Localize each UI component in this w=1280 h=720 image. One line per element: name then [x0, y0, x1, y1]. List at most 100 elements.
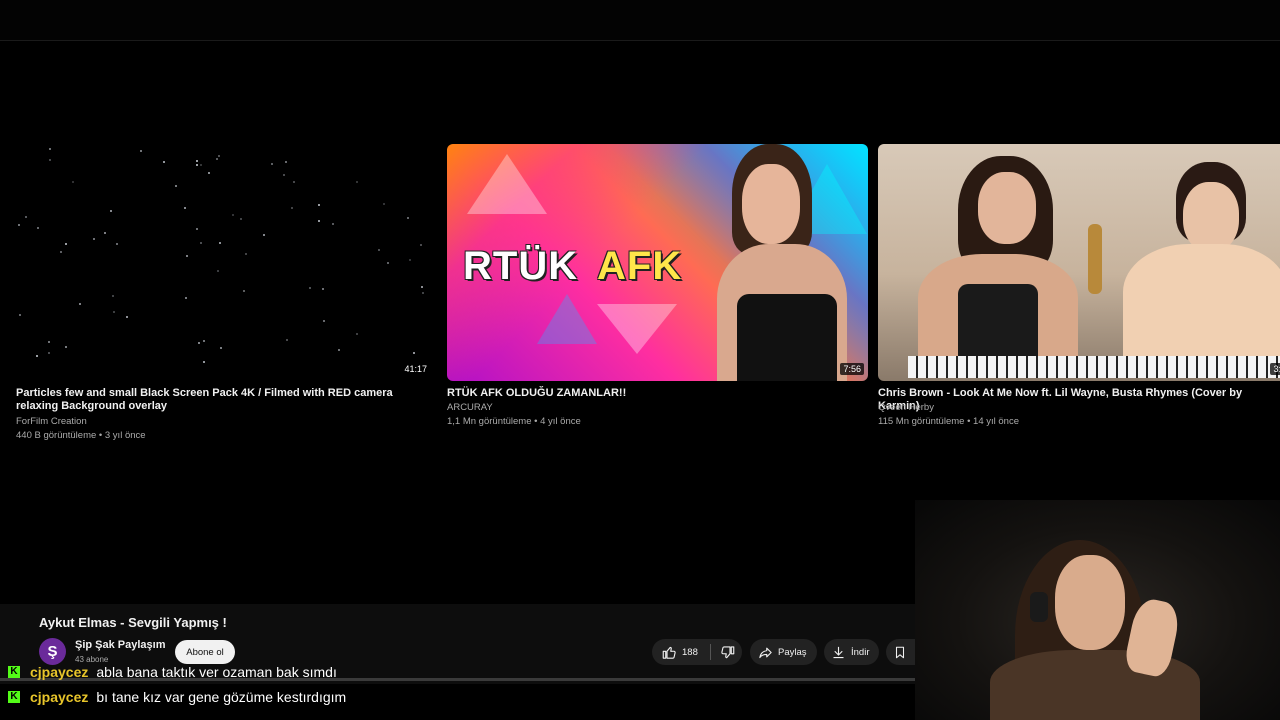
- particle-dot: [285, 161, 287, 163]
- particle-dot: [283, 174, 285, 176]
- particle-dot: [220, 347, 222, 349]
- particle-dot: [218, 155, 220, 157]
- particle-dot: [196, 160, 198, 162]
- webcam-figure-face: [1055, 555, 1125, 650]
- microphone-image: [1088, 224, 1102, 294]
- particle-dot: [217, 270, 219, 272]
- like-count: 188: [682, 646, 698, 658]
- particle-dot: [72, 181, 74, 183]
- chat-username: cjpaycez: [30, 689, 89, 705]
- particle-dot: [163, 161, 165, 163]
- share-label: Paylaş: [778, 646, 807, 658]
- particle-dot: [413, 352, 415, 354]
- chat-message: K cjpaycez abla bana taktık ver ozaman b…: [8, 664, 337, 680]
- particle-dot: [356, 181, 358, 183]
- particle-dot: [198, 342, 200, 344]
- thumbnail-pattern: [597, 304, 677, 354]
- video-channel[interactable]: Qveen Herby: [878, 402, 934, 413]
- video-channel[interactable]: ForFilm Creation: [16, 416, 87, 427]
- particle-dot: [18, 224, 20, 226]
- particle-dot: [65, 346, 67, 348]
- particle-dot: [65, 243, 67, 245]
- particle-dot: [116, 243, 118, 245]
- particle-dot: [79, 303, 81, 305]
- keyboard-image: [908, 356, 1280, 378]
- particle-dot: [110, 210, 112, 212]
- dislike-button[interactable]: [711, 645, 735, 660]
- download-icon: [831, 645, 846, 660]
- particle-dot: [356, 333, 358, 335]
- particle-dot: [322, 288, 324, 290]
- video-meta: 440 B görüntüleme • 3 yıl önce: [16, 430, 146, 441]
- thumbs-up-icon: [662, 645, 677, 660]
- particle-dot: [293, 181, 295, 183]
- thumbnail-pattern: [467, 154, 547, 214]
- particle-dot: [175, 185, 177, 187]
- bookmark-icon: [893, 645, 907, 660]
- kick-badge-icon: K: [8, 691, 20, 703]
- particle-dot: [112, 295, 114, 297]
- share-icon: [758, 645, 773, 660]
- video-meta: 1,1 Mn görüntüleme • 4 yıl önce: [447, 416, 581, 427]
- chat-text: abla bana taktık ver ozaman bak sımdı: [96, 664, 337, 680]
- channel-avatar[interactable]: Ş: [39, 638, 66, 665]
- top-bar: [0, 0, 1280, 41]
- chat-username: cjpaycez: [30, 664, 89, 680]
- particle-dot: [200, 242, 202, 244]
- now-playing-title[interactable]: Aykut Elmas - Sevgili Yapmış !: [39, 615, 227, 630]
- particle-dot: [309, 287, 311, 289]
- thumbnail-figure-face: [1183, 182, 1239, 252]
- video-thumbnail[interactable]: RTÜK AFK 7:56: [447, 144, 868, 381]
- like-button[interactable]: 188: [652, 645, 710, 660]
- video-meta: 115 Mn görüntüleme • 14 yıl önce: [878, 416, 1019, 427]
- particle-dot: [203, 361, 205, 363]
- particle-dot: [113, 311, 115, 313]
- video-duration: 7:56: [840, 363, 864, 375]
- webcam-overlay: [915, 500, 1280, 720]
- particle-dot: [208, 172, 210, 174]
- kick-badge-icon: K: [8, 666, 20, 678]
- particle-dot: [186, 255, 188, 257]
- particle-dot: [245, 253, 247, 255]
- video-channel[interactable]: ARCURAY: [447, 402, 493, 413]
- particle-dot: [318, 204, 320, 206]
- video-title[interactable]: RTÜK AFK OLDUĞU ZAMANLAR!!: [447, 387, 868, 400]
- particle-dot: [140, 150, 142, 152]
- particle-dot: [184, 207, 186, 209]
- particle-dot: [104, 232, 106, 234]
- particle-dot: [338, 349, 340, 351]
- share-button[interactable]: Paylaş: [750, 639, 817, 665]
- chat-text: bı tane kız var gene gözüme kestırdıgım: [96, 689, 347, 705]
- video-title[interactable]: Chris Brown - Look At Me Now ft. Lil Way…: [878, 387, 1280, 413]
- download-label: İndir: [851, 646, 870, 658]
- particle-dot: [48, 352, 50, 354]
- download-button[interactable]: İndir: [824, 639, 879, 665]
- headset-icon: [1030, 592, 1048, 622]
- particle-dot: [271, 163, 273, 165]
- particle-dot: [263, 234, 265, 236]
- particle-dot: [383, 203, 385, 205]
- particle-dot: [409, 259, 411, 261]
- thumbnail-figure-face: [978, 172, 1036, 244]
- particle-dot: [243, 290, 245, 292]
- particle-dot: [126, 316, 128, 318]
- particle-dot: [48, 341, 50, 343]
- like-dislike-group: 188: [652, 639, 742, 665]
- video-title[interactable]: Particles few and small Black Screen Pac…: [16, 387, 434, 413]
- subscribe-button[interactable]: Abone ol: [175, 640, 235, 664]
- particle-dot: [422, 292, 424, 294]
- channel-name[interactable]: Şip Şak Paylaşım: [75, 639, 166, 651]
- particle-dot: [286, 339, 288, 341]
- particle-dot: [240, 218, 242, 220]
- particle-dot: [37, 227, 39, 229]
- particle-dot: [232, 214, 234, 216]
- particle-dot: [318, 220, 320, 222]
- particle-dot: [219, 242, 221, 244]
- particle-dot: [323, 320, 325, 322]
- video-thumbnail[interactable]: 41:17: [16, 144, 434, 381]
- particle-dot: [19, 314, 21, 316]
- particle-dot: [387, 262, 389, 264]
- particle-dot: [185, 297, 187, 299]
- video-thumbnail[interactable]: 3:: [878, 144, 1280, 381]
- save-button[interactable]: [886, 639, 915, 665]
